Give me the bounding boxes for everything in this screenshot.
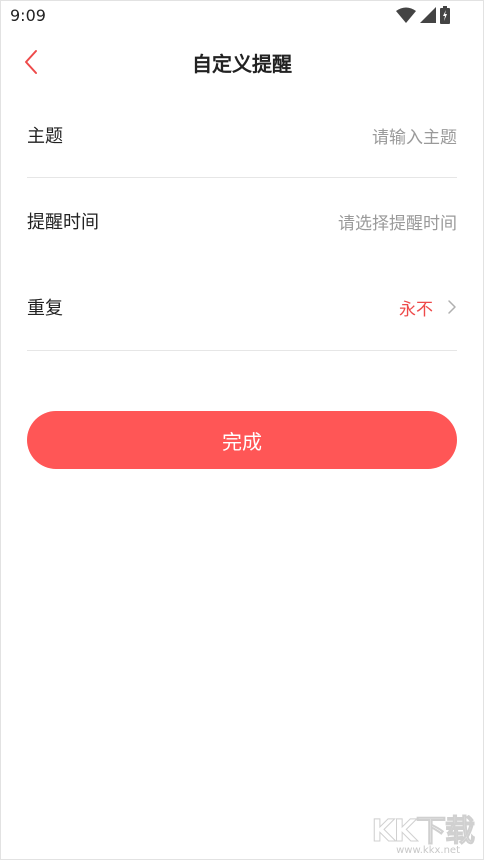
battery-icon — [440, 6, 450, 24]
repeat-value-group[interactable]: 永不 — [399, 295, 457, 320]
page-title: 自定义提醒 — [192, 52, 292, 76]
signal-icon — [420, 7, 436, 23]
chevron-right-icon — [448, 300, 456, 314]
done-button[interactable]: 完成 — [27, 411, 457, 469]
wifi-icon — [396, 7, 416, 23]
topic-input[interactable]: 请输入主题 — [372, 123, 457, 148]
repeat-label: 重复 — [27, 298, 63, 319]
reminder-time-label: 提醒时间 — [27, 212, 99, 233]
header: 自定义提醒 — [0, 34, 484, 90]
divider — [27, 350, 457, 351]
reminder-time-value[interactable]: 请选择提醒时间 — [338, 209, 457, 234]
watermark-url: www.kkx.net — [396, 845, 460, 856]
repeat-row[interactable]: 重复 永不 — [27, 264, 457, 350]
status-bar: 9:09 — [0, 0, 484, 34]
repeat-value: 永不 — [399, 299, 433, 320]
status-time: 9:09 — [10, 6, 46, 25]
topic-label: 主题 — [27, 126, 63, 147]
topic-row[interactable]: 主题 请输入主题 — [27, 92, 457, 178]
status-icons — [396, 6, 450, 24]
watermark: KK下载 www.kkx.net — [362, 806, 475, 857]
reminder-time-row[interactable]: 提醒时间 请选择提醒时间 — [27, 178, 457, 264]
watermark-logo: KK下载 — [371, 814, 475, 850]
